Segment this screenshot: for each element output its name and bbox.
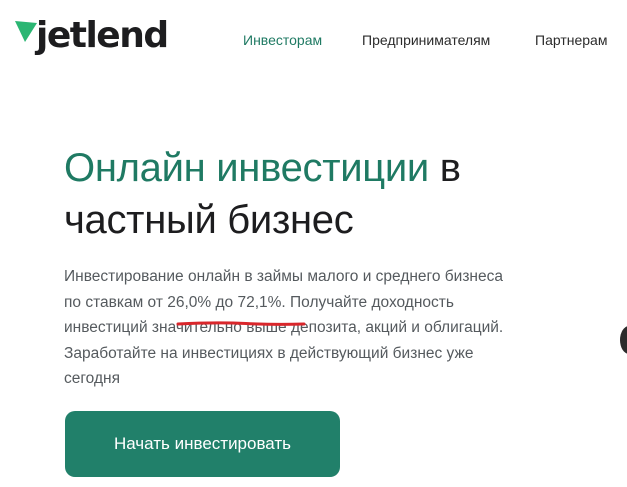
description-line: по ставкам от 26,0% до 72,1%. Получайте … bbox=[64, 293, 454, 311]
description-line: сегодня bbox=[64, 370, 120, 387]
rate-highlight-underline bbox=[176, 321, 306, 326]
hero-title-line2: частный бизнес bbox=[64, 198, 354, 242]
description-line: Инвестирование онлайн в займы малого и с… bbox=[64, 268, 503, 285]
start-investing-button[interactable]: Начать инвестировать bbox=[65, 411, 340, 477]
hero-title-rest: в bbox=[428, 146, 461, 190]
description-line: инвестиций значительно выше депозита, ак… bbox=[64, 319, 504, 336]
top-navigation: Инвесторам Предпринимателям Партнерам bbox=[0, 32, 627, 52]
hero-title: Онлайн инвестиции в частный бизнес bbox=[64, 142, 624, 246]
description-line: Заработайте на инвестициях в действующий… bbox=[64, 344, 474, 362]
edge-widget[interactable] bbox=[620, 326, 627, 354]
nav-item-investors[interactable]: Инвесторам bbox=[243, 32, 322, 48]
hero-description: Инвестирование онлайн в займы малого и с… bbox=[64, 264, 564, 392]
landing-page: jetlend Инвесторам Предпринимателям Парт… bbox=[0, 0, 627, 487]
nav-item-partners[interactable]: Партнерам bbox=[535, 32, 607, 48]
nav-item-entrepreneurs[interactable]: Предпринимателям bbox=[362, 32, 490, 48]
hero-title-accent: Онлайн инвестиции bbox=[64, 146, 429, 190]
